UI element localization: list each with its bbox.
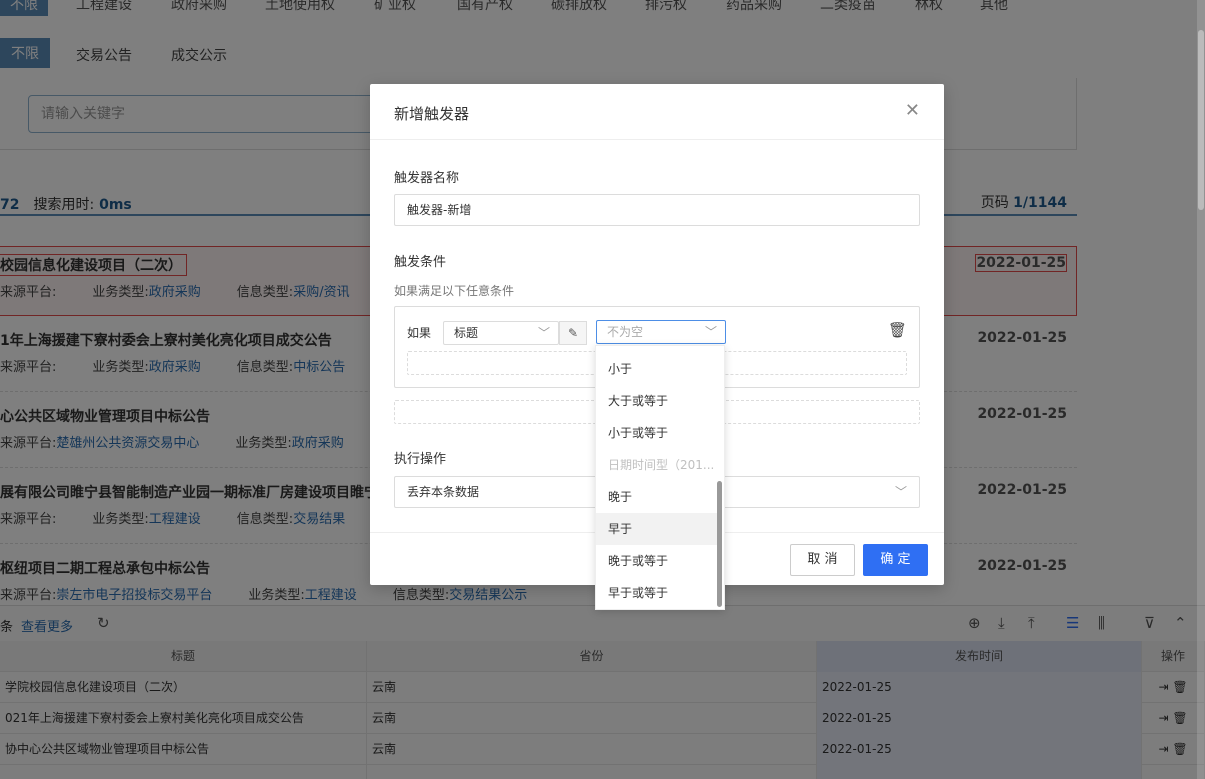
edit-icon[interactable]: ✎ <box>559 321 587 345</box>
if-label: 如果 <box>407 326 432 340</box>
page-scrollbar[interactable] <box>1197 0 1205 779</box>
field-select[interactable]: 标题 ﹀ <box>443 321 559 345</box>
cancel-button[interactable]: 取 消 <box>790 544 855 576</box>
execute-action-label: 执行操作 <box>394 452 447 467</box>
trigger-name-input[interactable]: 触发器-新增 <box>394 194 920 226</box>
close-icon[interactable]: ✕ <box>905 100 920 121</box>
trigger-condition-label: 触发条件 <box>394 255 447 270</box>
dropdown-scrollbar[interactable] <box>717 481 722 607</box>
dropdown-option-group: 日期时间型（201... <box>608 458 715 472</box>
dialog-header: 新增触发器 ✕ <box>370 84 944 140</box>
dropdown-option[interactable]: 大于或等于 <box>596 385 718 417</box>
dropdown-option[interactable]: 早于或等于 <box>596 577 718 609</box>
dropdown-option[interactable]: 晚于或等于 <box>596 545 718 577</box>
trash-icon[interactable]: 🗑 <box>888 321 907 339</box>
trigger-name-label: 触发器名称 <box>394 171 460 186</box>
dialog-title: 新增触发器 <box>394 105 470 123</box>
chevron-down-icon: ﹀ <box>894 485 907 499</box>
operator-select[interactable]: 不为空 ﹀ <box>596 320 726 344</box>
dropdown-option[interactable]: 早于 <box>596 513 718 545</box>
dropdown-option[interactable]: 小于或等于 <box>596 417 718 449</box>
page-scrollbar-thumb[interactable] <box>1198 30 1204 210</box>
dropdown-option[interactable]: 小于 <box>596 353 718 385</box>
operator-dropdown: 小于 大于或等于 小于或等于 日期时间型（201... 晚于 早于 晚于或等于 … <box>595 345 725 610</box>
chevron-down-icon: ﹀ <box>704 325 717 339</box>
chevron-down-icon: ﹀ <box>537 326 550 340</box>
confirm-button[interactable]: 确 定 <box>863 544 928 576</box>
condition-hint: 如果满足以下任意条件 <box>394 284 515 298</box>
dropdown-option[interactable]: 晚于 <box>596 481 718 513</box>
